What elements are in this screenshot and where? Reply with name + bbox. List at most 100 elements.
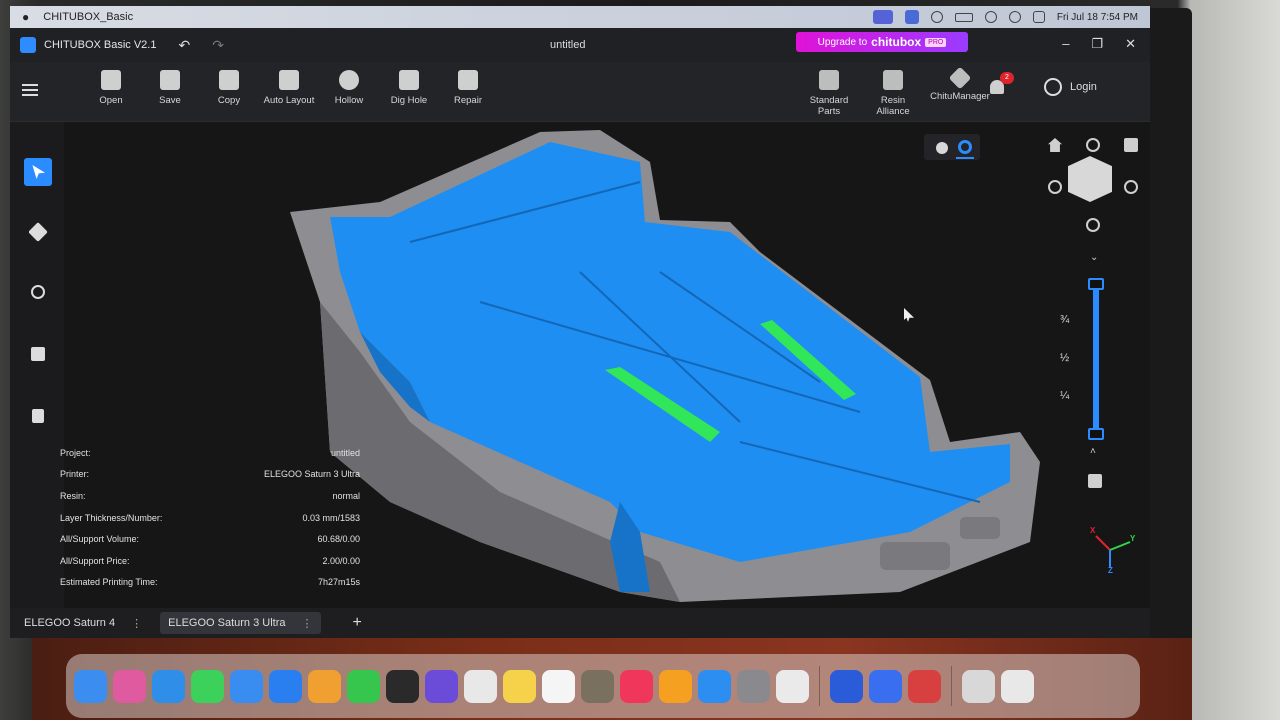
iphone-mirror-icon[interactable] [776, 669, 809, 703]
slider-bottom-handle[interactable] [1088, 428, 1104, 440]
restore-icon[interactable]: ❐ [1091, 36, 1103, 52]
slider-up-icon[interactable]: ⌄ [1090, 252, 1098, 263]
orbit-left-icon[interactable] [1048, 180, 1062, 194]
repair-icon [458, 70, 478, 90]
apple-icon[interactable]: ● [22, 10, 29, 24]
chitu-manager-icon[interactable] [869, 669, 902, 703]
chrome-icon[interactable] [464, 669, 497, 703]
freeform-icon[interactable] [542, 669, 575, 703]
info-row-volume: All/Support Volume: 60.68/0.00 [60, 528, 360, 550]
imovie-icon[interactable] [425, 669, 458, 703]
info-value: 0.03 mm/1583 [302, 512, 360, 523]
info-row-price: All/Support Price: 2.00/0.00 [60, 550, 360, 572]
home-view-icon[interactable] [1048, 138, 1062, 152]
login-button[interactable]: Login [1044, 78, 1097, 96]
select-icon [32, 165, 45, 179]
mail-icon[interactable] [230, 669, 263, 703]
standard-parts-button[interactable]: Standard Parts [798, 70, 860, 117]
printer-tab-active[interactable]: ELEGOO Saturn 3 Ultra ⋮ [160, 612, 321, 634]
pages-icon[interactable] [659, 669, 692, 703]
info-label: All/Support Price: [60, 555, 130, 566]
chitumanager-button[interactable]: ChituManager [926, 66, 994, 102]
rotate-left-icon[interactable] [1086, 138, 1100, 152]
appstore-icon[interactable] [698, 669, 731, 703]
trash-icon[interactable] [1001, 669, 1034, 703]
notifications-button[interactable]: 2 [990, 72, 1014, 94]
orbit-icon[interactable] [386, 669, 419, 703]
facetime-icon[interactable] [347, 669, 380, 703]
copy-label: Copy [217, 95, 241, 106]
save-button[interactable]: Save [139, 70, 201, 106]
rotate-tool[interactable] [24, 278, 52, 306]
hollow-button[interactable]: Hollow [318, 70, 380, 106]
close-icon[interactable]: ✕ [1125, 36, 1136, 52]
iso-view-icon[interactable] [1124, 138, 1138, 152]
redo-icon[interactable]: ↷ [212, 37, 224, 54]
xray-view-icon[interactable] [958, 140, 972, 154]
mirror-icon [32, 409, 44, 423]
launchpad-icon[interactable] [113, 669, 146, 703]
menubar-datetime[interactable]: Fri Jul 18 7:54 PM [1057, 12, 1138, 23]
add-tab-button[interactable]: + [353, 614, 362, 632]
chitubox-icon[interactable] [830, 669, 863, 703]
slider-down-icon[interactable]: ˄ [1090, 446, 1096, 457]
copilot-icon[interactable] [269, 669, 302, 703]
info-row-project: Project: untitled [60, 442, 360, 464]
printer-tab[interactable]: ELEGOO Saturn 4 ⋮ [16, 612, 150, 634]
orbit-right-icon[interactable] [1124, 180, 1138, 194]
scale-tool[interactable] [24, 340, 52, 368]
mirror-tool[interactable] [24, 402, 52, 430]
solid-view-icon[interactable] [936, 142, 948, 154]
control-center-icon[interactable] [1032, 11, 1045, 23]
search-icon[interactable] [1008, 11, 1021, 23]
slider-track[interactable] [1093, 282, 1099, 436]
app-version: CHITUBOX Basic V2.1 [44, 39, 157, 51]
save-label: Save [159, 95, 181, 106]
main-toolbar: Open Save Copy Auto Layout Hollow Dig Ho… [10, 62, 1150, 122]
navigation-cube [1014, 132, 1138, 232]
photos-icon[interactable] [308, 669, 341, 703]
chitumanager-label: ChituManager [930, 91, 990, 102]
more-options-icon[interactable]: ⋮ [302, 617, 313, 630]
resin-alliance-button[interactable]: Resin Alliance [862, 70, 924, 117]
minimize-icon[interactable]: – [1062, 36, 1069, 52]
safari-icon[interactable] [152, 669, 185, 703]
dig-hole-button[interactable]: Dig Hole [378, 70, 440, 106]
repair-button[interactable]: Repair [437, 70, 499, 106]
view-cube[interactable] [1068, 156, 1112, 202]
play-icon[interactable] [930, 11, 943, 23]
chitubox-status-icon[interactable] [904, 10, 919, 24]
open-button[interactable]: Open [80, 70, 142, 106]
messages-icon[interactable] [191, 669, 224, 703]
move-tool[interactable] [24, 218, 52, 246]
info-row-time: Estimated Printing Time: 7h27m15s [60, 572, 360, 594]
active-view-underline [956, 157, 974, 159]
battery-icon[interactable] [954, 12, 973, 22]
slider-top-handle[interactable] [1088, 278, 1104, 290]
rotate-down-icon[interactable] [1086, 218, 1100, 232]
finder-icon[interactable] [74, 669, 107, 703]
settings-icon[interactable] [737, 669, 770, 703]
more-options-icon[interactable]: ⋮ [131, 617, 142, 630]
undo-icon[interactable]: ↶ [178, 37, 190, 54]
select-tool[interactable] [24, 158, 52, 186]
copy-icon [219, 70, 239, 90]
menubar-app-name[interactable]: CHITUBOX_Basic [43, 11, 133, 23]
music-icon[interactable] [620, 669, 653, 703]
eraser-icon[interactable] [908, 669, 941, 703]
gimp-icon[interactable] [581, 669, 614, 703]
copy-button[interactable]: Copy [198, 70, 260, 106]
wifi-icon[interactable] [984, 11, 997, 23]
upgrade-button[interactable]: Upgrade to chitubox PRO [796, 32, 968, 52]
axis-gizmo: X Y Z [1088, 526, 1138, 576]
app-titlebar: CHITUBOX Basic V2.1 ↶ ↷ untitled Upgrade… [10, 28, 1150, 62]
auto-layout-button[interactable]: Auto Layout [258, 70, 320, 106]
layer-switch-icon[interactable] [1088, 474, 1102, 488]
screen-icon[interactable] [962, 669, 995, 703]
3d-viewport[interactable]: Project: untitled Printer: ELEGOO Saturn 3… [10, 122, 1150, 608]
standard-parts-label: Standard Parts [809, 95, 849, 117]
car-body-model[interactable] [260, 122, 1060, 608]
menu-icon[interactable] [22, 84, 38, 96]
notes-icon[interactable] [503, 669, 536, 703]
screen-share-icon[interactable] [872, 10, 893, 24]
